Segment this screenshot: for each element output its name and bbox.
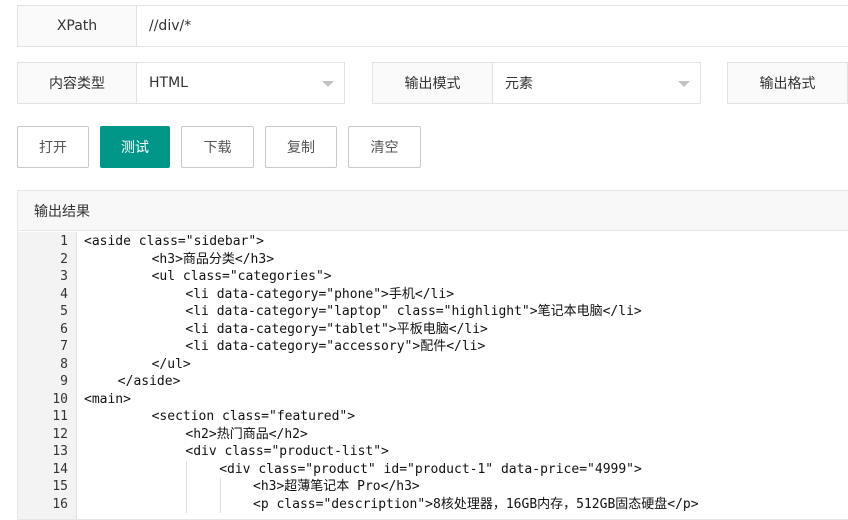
output-mode-value[interactable]: 元素 [505,63,533,103]
chevron-down-icon[interactable] [322,81,334,87]
copy-button[interactable]: 复制 [265,126,337,168]
xpath-input[interactable]: //div/* [149,6,848,46]
code-line: <div class="product-list"> [185,444,389,459]
code-line: <li data-category="tablet">平板电脑</li> [185,321,488,337]
xpath-row: XPath //div/* [17,5,848,47]
code-line: <p class="description">8核处理器，16GB内存，512G… [253,496,699,512]
indent-guide [186,478,188,496]
output-format-select[interactable]: 输出格式 [727,62,848,104]
line-number: 1 [60,234,68,249]
line-number: 15 [52,479,68,494]
indent-guide [186,460,188,478]
line-number: 13 [52,444,68,459]
line-number: 3 [60,269,68,284]
code-line: </ul> [151,356,191,372]
line-number: 14 [52,461,68,477]
xpath-label: XPath [18,6,137,46]
line-number: 2 [60,251,68,267]
line-number: 10 [52,391,68,407]
download-button[interactable]: 下载 [181,126,254,168]
clear-button[interactable]: 清空 [348,126,421,168]
line-number: 6 [60,321,68,337]
line-number: 11 [52,409,68,424]
line-number: 7 [60,339,68,354]
content-type-select[interactable]: 内容类型 HTML [17,62,345,104]
content-type-label: 内容类型 [18,63,137,103]
code-line: <aside class="sidebar"> [84,234,265,249]
code-line: <li data-category="phone">手机</li> [185,286,455,302]
code-line: <div class="product" id="product-1" data… [219,461,642,477]
output-mode-select[interactable]: 输出模式 元素 [372,62,701,104]
code-editor[interactable]: 1 <aside class="sidebar"> 2 <h3>商品分类</h3> 3 <… [18,232,848,519]
code-line: <main> [84,391,131,407]
output-result-title: 输出结果 [18,191,848,231]
line-number: 12 [52,426,68,442]
code-line: <li data-category="accessory">配件</li> [185,339,486,354]
code-line: <section class="featured"> [151,409,356,424]
indent-guide [220,478,222,496]
code-line: <h3>超薄笔记本 Pro</h3> [253,479,420,494]
chevron-down-icon[interactable] [678,81,690,87]
line-number: 9 [60,374,68,389]
code-line: <ul class="categories"> [151,269,332,284]
line-number: 16 [52,496,68,512]
line-number: 5 [60,304,68,319]
line-number: 8 [60,356,68,372]
content-type-value[interactable]: HTML [149,63,188,103]
code-line: </aside> [117,374,181,389]
test-button[interactable]: 测试 [100,126,170,168]
open-button[interactable]: 打开 [17,126,89,168]
output-format-label: 输出格式 [728,63,848,103]
code-line: <li data-category="laptop" class="highli… [185,304,642,319]
output-mode-label: 输出模式 [373,63,493,103]
indent-guide [186,495,188,513]
code-line: <h2>热门商品</h2> [185,426,308,442]
line-number: 4 [60,286,68,302]
code-line: <h3>商品分类</h3> [151,251,275,267]
output-result-panel: 输出结果 1 <aside class="sidebar"> 2 <h3>商品分类</… [17,190,848,520]
indent-guide [220,495,222,513]
